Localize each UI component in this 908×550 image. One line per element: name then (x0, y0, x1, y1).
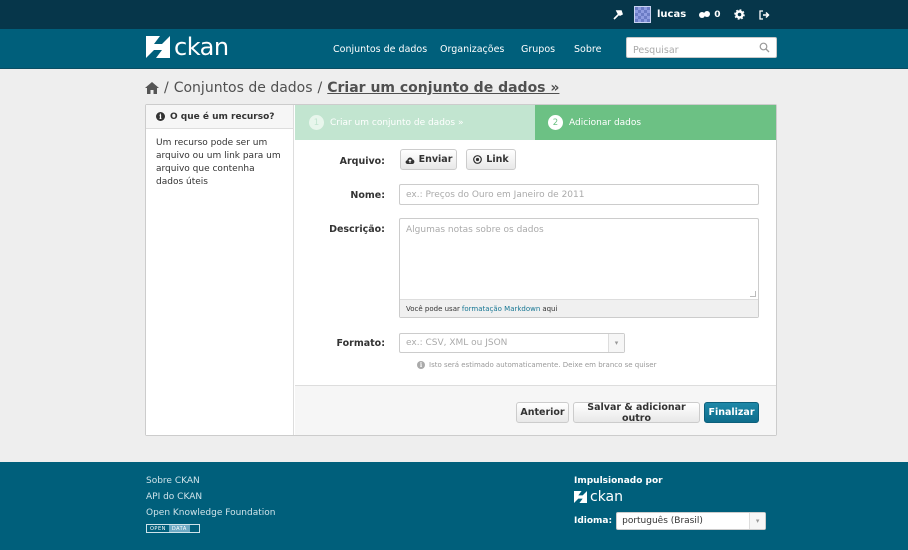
open-data-badge[interactable]: OPEN DATA (146, 524, 200, 533)
markdown-hint-suffix: aqui (542, 304, 558, 313)
stage-2-content: 2 Adicionar dados (548, 105, 641, 140)
format-select[interactable]: ex.: CSV, XML ou JSON ▾ (399, 333, 625, 353)
stage-2-label: Adicionar dados (569, 117, 642, 128)
resource-help-sidebar: i O que é um recurso? Um recurso pode se… (146, 105, 294, 435)
footer-link-about[interactable]: Sobre CKAN (146, 476, 275, 486)
finish-button[interactable]: Finalizar (704, 402, 759, 423)
save-add-another-button[interactable]: Salvar & adicionar outro (573, 402, 700, 424)
ckan-logo-icon (574, 491, 587, 503)
powered-by-logo-text: ckan (590, 489, 624, 505)
markdown-hint-prefix: Você pode usar (406, 304, 460, 313)
search-icon[interactable] (759, 42, 770, 53)
format-hint: i Isto será estimado automaticamente. De… (417, 361, 656, 369)
language-select[interactable]: português (Brasil) ▾ (616, 512, 767, 530)
format-hint-text: Isto será estimado automaticamente. Deix… (429, 361, 657, 369)
nav-item-about[interactable]: Sobre (574, 44, 601, 55)
user-avatar[interactable] (634, 6, 651, 23)
breadcrumb-separator: / (164, 80, 169, 96)
site-search (626, 37, 777, 60)
form-stages: 1 Criar um conjunto de dados » 2 Adicion… (295, 105, 776, 140)
badge-data: DATA (168, 525, 190, 532)
site-footer: Sobre CKAN API do CKAN Open Knowledge Fo… (0, 462, 908, 550)
account-bar: lucas 0 (0, 0, 908, 29)
stage-2-number: 2 (548, 115, 563, 130)
textarea-resize-handle[interactable] (750, 291, 756, 297)
hammer-icon[interactable] (612, 9, 624, 21)
description-field-wrapper: Você pode usar formatação Markdown aqui (399, 218, 759, 318)
info-icon: i (417, 361, 425, 369)
form-actions: Anterior Salvar & adicionar outro Finali… (295, 385, 776, 435)
stage-arrow (517, 105, 535, 139)
breadcrumb-create-dataset[interactable]: Criar um conjunto de dados » (327, 80, 559, 96)
chevron-down-icon: ▾ (608, 334, 624, 352)
badge-open: OPEN (147, 525, 169, 532)
cloud-upload-icon (405, 157, 414, 164)
breadcrumb-separator: / (317, 80, 323, 96)
stage-1-number: 1 (309, 115, 324, 130)
nav-item-datasets[interactable]: Conjuntos de dados (333, 44, 427, 55)
language-selector: Idioma: português (Brasil) ▾ (574, 512, 767, 530)
description-label: Descrição: (329, 224, 385, 235)
resource-form-area: 1 Criar um conjunto de dados » 2 Adicion… (295, 105, 776, 435)
search-input[interactable] (627, 41, 755, 60)
nav-item-groups[interactable]: Grupos (521, 44, 555, 55)
gear-icon[interactable] (734, 9, 746, 20)
sidebar-text: Um recurso pode ser um arquivo ou um lin… (156, 138, 281, 187)
sign-out-icon[interactable] (759, 9, 771, 20)
activity-count[interactable]: 0 (714, 10, 720, 20)
breadcrumb: / Conjuntos de dados / Criar um conjunto… (145, 78, 559, 98)
format-label: Formato: (336, 338, 386, 349)
powered-by-label: Impulsionado por (574, 476, 663, 486)
globe-icon (473, 155, 483, 164)
powered-by: Impulsionado por ckan Idioma: português … (574, 476, 767, 530)
main-panel: i O que é um recurso? Um recurso pode se… (145, 104, 777, 436)
format-placeholder: ex.: CSV, XML ou JSON (406, 338, 508, 348)
user-name-link[interactable]: lucas (657, 9, 686, 20)
info-icon: i (156, 112, 165, 121)
footer-link-okf[interactable]: Open Knowledge Foundation (146, 508, 275, 518)
sidebar-title: O que é um recurso? (170, 111, 275, 122)
dashboard-icon[interactable] (698, 10, 711, 20)
previous-button[interactable]: Anterior (516, 402, 569, 423)
name-field-wrapper (399, 184, 759, 205)
file-label: Arquivo: (339, 156, 385, 167)
markdown-hint: Você pode usar formatação Markdown aqui (400, 299, 758, 317)
link-button-label: Link (486, 154, 509, 165)
footer-link-api[interactable]: API do CKAN (146, 492, 275, 502)
site-logo[interactable]: ckan (146, 35, 229, 59)
home-icon[interactable] (145, 82, 159, 94)
upload-button[interactable]: Enviar (400, 149, 457, 170)
name-label: Nome: (350, 190, 385, 201)
name-input[interactable] (400, 185, 758, 204)
ckan-logo-icon (146, 36, 170, 58)
upload-button-label: Enviar (418, 154, 453, 165)
language-label: Idioma: (574, 516, 613, 526)
markdown-link[interactable]: formatação Markdown (462, 305, 540, 313)
breadcrumb-datasets[interactable]: Conjuntos de dados (174, 80, 313, 96)
stage-1-label: Criar um conjunto de dados » (330, 117, 464, 128)
description-textarea[interactable] (400, 219, 758, 297)
masthead: ckan Conjuntos de dados Organizações Gru… (0, 29, 908, 69)
nav-item-organizations[interactable]: Organizações (440, 44, 504, 55)
footer-links: Sobre CKAN API do CKAN Open Knowledge Fo… (146, 476, 275, 533)
sidebar-heading: i O que é um recurso? (146, 105, 293, 129)
logo-text: ckan (174, 33, 229, 61)
language-value: português (Brasil) (622, 516, 703, 526)
link-button[interactable]: Link (466, 149, 516, 170)
powered-by-logo[interactable]: ckan (574, 489, 766, 505)
chevron-down-icon: ▾ (749, 513, 766, 529)
stage-1-content: 1 Criar um conjunto de dados » (309, 105, 463, 140)
